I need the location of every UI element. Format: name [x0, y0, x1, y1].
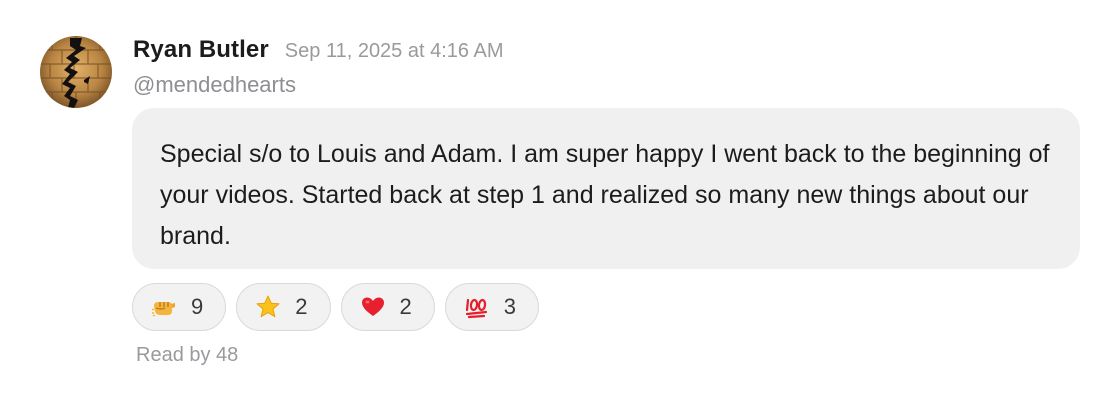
reaction-count: 2 — [399, 294, 412, 319]
red-heart-icon — [360, 294, 386, 320]
broken-heart-icon — [40, 36, 112, 108]
star-icon — [255, 294, 281, 320]
reaction-star[interactable]: 2 — [236, 283, 331, 331]
reactions-bar: 9 2 2 3 — [132, 283, 539, 331]
fist-bump-icon — [151, 294, 177, 320]
author-name[interactable]: Ryan Butler — [133, 36, 269, 64]
hundred-points-icon — [464, 294, 490, 320]
reaction-fist-bump[interactable]: 9 — [132, 283, 227, 331]
reaction-count: 9 — [191, 294, 204, 319]
author-handle[interactable]: @mendedhearts — [133, 72, 296, 98]
reaction-count: 3 — [503, 294, 516, 319]
message-bubble: Special s/o to Louis and Adam. I am supe… — [132, 108, 1080, 269]
timestamp: Sep 11, 2025 at 4:16 AM — [284, 40, 504, 62]
reaction-hundred-points[interactable]: 3 — [444, 283, 539, 331]
message-text: Special s/o to Louis and Adam. I am supe… — [160, 140, 1050, 250]
read-receipt: Read by 48 — [136, 344, 239, 366]
avatar[interactable] — [40, 36, 112, 108]
reaction-red-heart[interactable]: 2 — [340, 283, 435, 331]
message-header: Ryan Butler Sep 11, 2025 at 4:16 AM — [133, 36, 503, 68]
reaction-count: 2 — [295, 294, 308, 319]
